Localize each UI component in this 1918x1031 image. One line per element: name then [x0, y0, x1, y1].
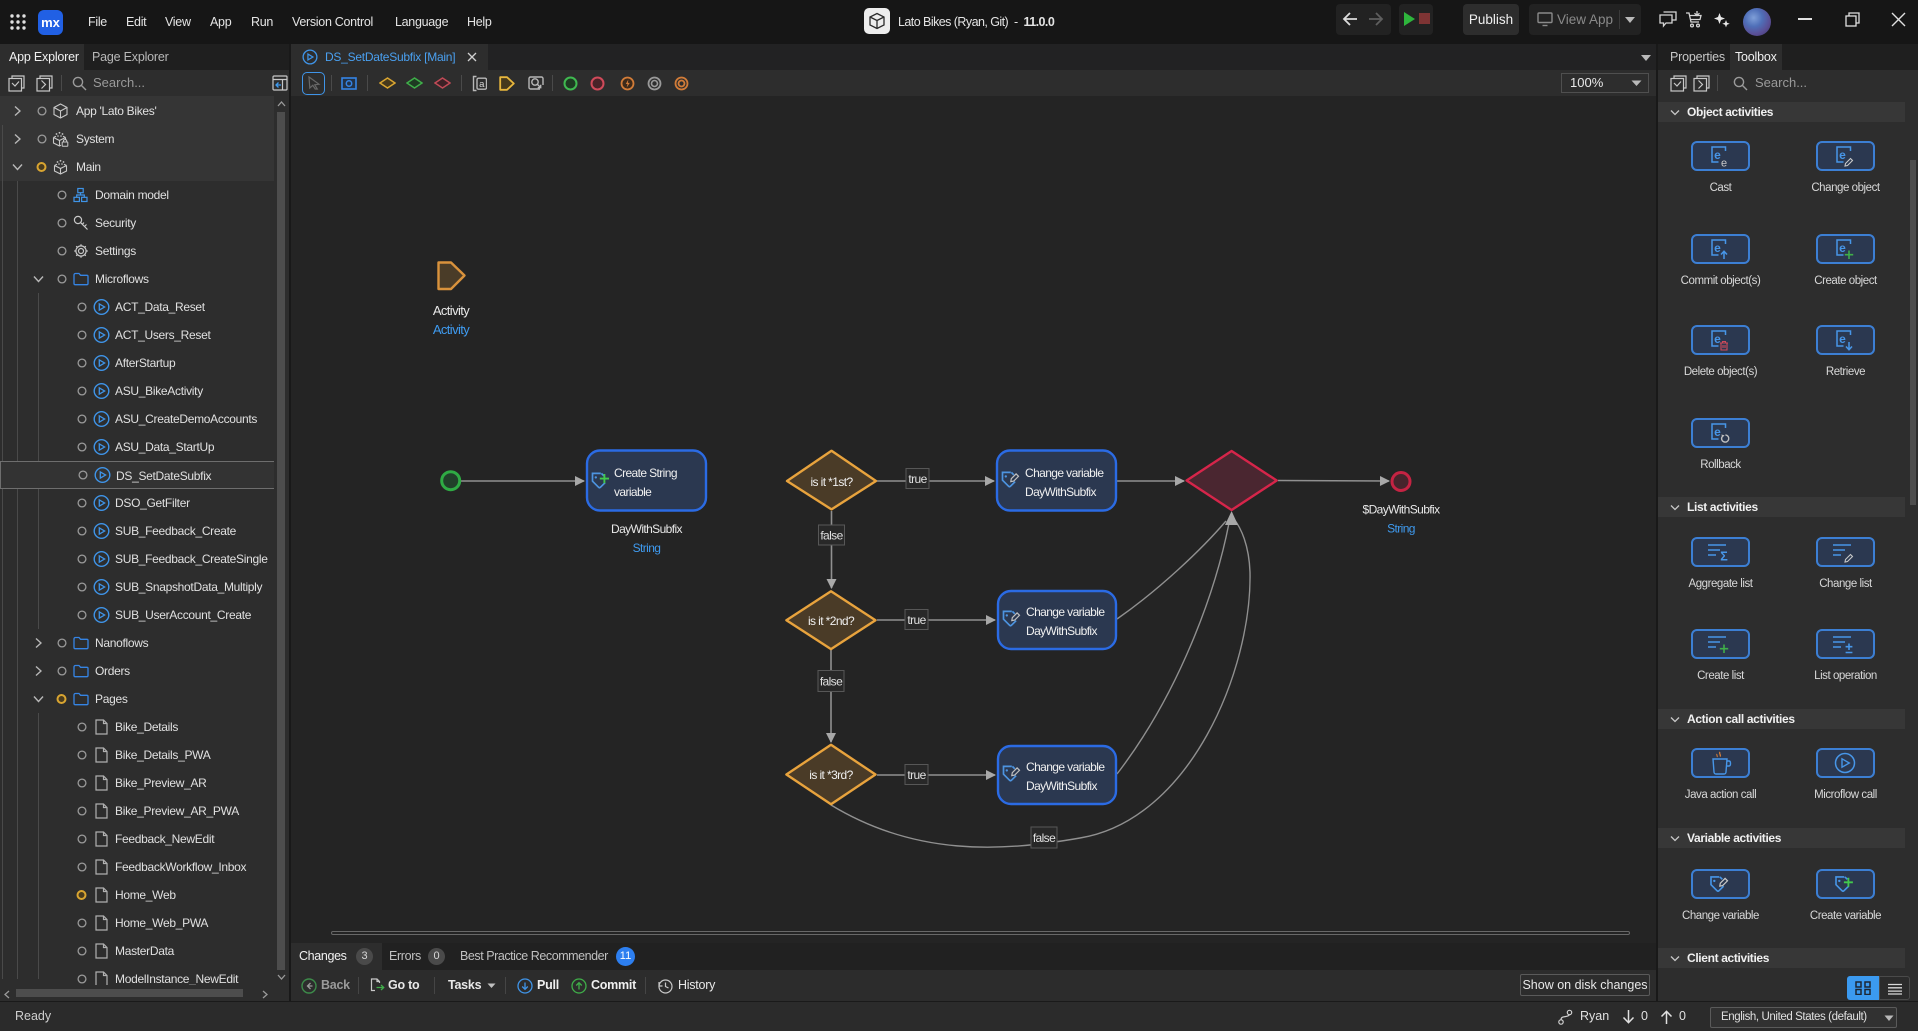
svg-text:e: e [1714, 241, 1721, 255]
svg-text:$DayWithSubfix: $DayWithSubfix [1363, 503, 1441, 517]
svg-text:false: false [820, 529, 843, 543]
svg-text:e: e [1714, 332, 1721, 346]
svg-text:Change variable: Change variable [1025, 466, 1104, 480]
svg-text:true: true [908, 472, 927, 486]
svg-text:is it *3rd?: is it *3rd? [809, 768, 853, 782]
svg-text:Change variable: Change variable [1026, 760, 1105, 774]
svg-text:a: a [479, 79, 485, 90]
svg-text:e: e [1721, 158, 1727, 170]
svg-text:DayWithSubfix: DayWithSubfix [1025, 485, 1096, 499]
svg-text:String: String [1387, 522, 1415, 536]
svg-text:variable: variable [614, 485, 652, 499]
svg-text:Change variable: Change variable [1026, 605, 1105, 619]
svg-text:Activity: Activity [433, 322, 470, 337]
svg-text:DayWithSubfix: DayWithSubfix [1026, 779, 1097, 793]
svg-text:true: true [907, 613, 926, 627]
svg-text:Create String: Create String [614, 466, 677, 480]
svg-text:DayWithSubfix: DayWithSubfix [1026, 624, 1097, 638]
svg-text:is it *1st?: is it *1st? [810, 475, 853, 489]
svg-text:e: e [1714, 425, 1721, 439]
svg-text:Σ: Σ [1720, 550, 1728, 564]
svg-text:is it *2nd?: is it *2nd? [808, 614, 855, 628]
svg-text:true: true [907, 768, 926, 782]
svg-text:DayWithSubfix: DayWithSubfix [611, 522, 682, 536]
svg-text:e: e [1839, 148, 1846, 162]
svg-text:e: e [1839, 332, 1846, 346]
svg-text:e: e [1839, 241, 1846, 255]
svg-text:String: String [633, 541, 661, 555]
svg-text:Activity: Activity [433, 303, 470, 318]
svg-text:false: false [820, 675, 843, 689]
svg-text:false: false [1033, 831, 1056, 845]
